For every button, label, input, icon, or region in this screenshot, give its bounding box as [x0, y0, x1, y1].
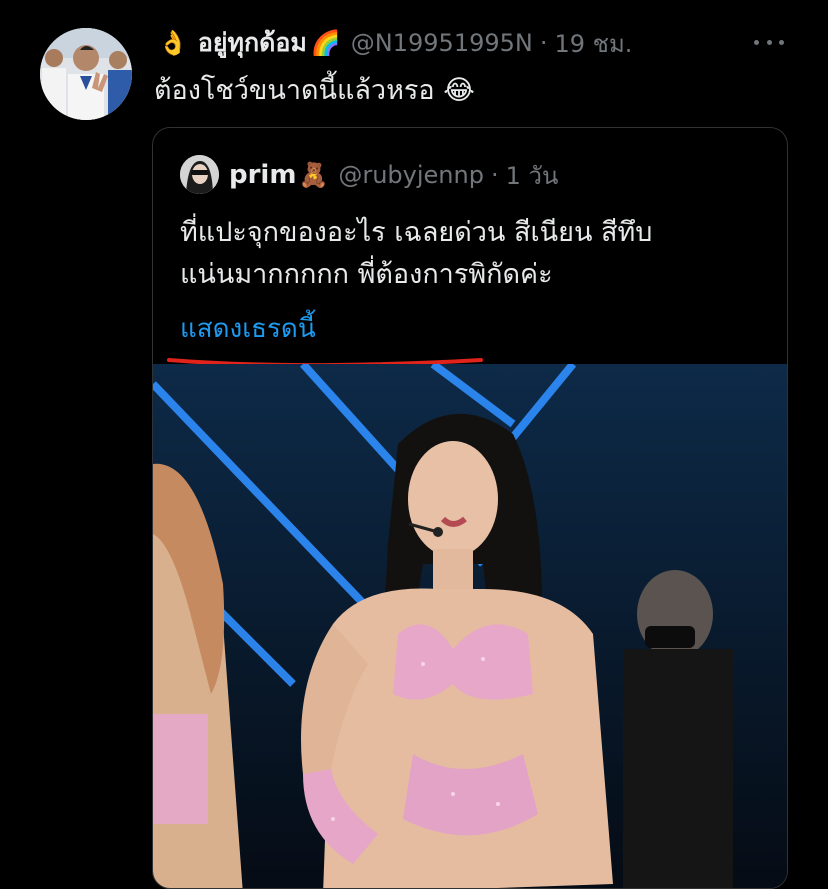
more-options-icon[interactable] — [754, 31, 784, 53]
quoted-tweet-text: ที่แปะจุกของอะไร เฉลยด่วน สีเนียน สีทึบ … — [180, 212, 780, 296]
separator-dot: · — [490, 161, 499, 189]
quoted-handle[interactable]: @rubyjennp — [338, 161, 484, 189]
author-avatar[interactable] — [40, 28, 132, 120]
author-display-name[interactable]: อยู่ทุกด้อม — [198, 23, 307, 63]
quoted-display-name[interactable]: prim — [229, 160, 296, 190]
quoted-tweet-header: prim 🧸 @rubyjennp · 1 วัน — [229, 158, 558, 192]
quoted-text-line-2: แน่นมากกกกก พี่ต้องการพิกัดค่ะ — [180, 259, 553, 290]
show-thread-link[interactable]: แสดงเธรดนี้ — [180, 308, 316, 349]
rainbow-icon: 🌈 — [310, 29, 341, 57]
quoted-timestamp[interactable]: 1 วัน — [506, 156, 559, 195]
ok-hand-icon: 👌 — [158, 29, 188, 57]
stage-photo — [153, 364, 787, 888]
quoted-author-avatar[interactable] — [180, 155, 219, 194]
tweet-text: ต้องโชว์ขนาดนี้แล้วหรอ 😂 — [154, 75, 475, 106]
author-avatar-image — [40, 28, 132, 120]
separator-dot: · — [539, 29, 548, 57]
quoted-avatar-image — [180, 155, 219, 194]
quoted-tweet-card[interactable]: prim 🧸 @rubyjennp · 1 วัน ที่แปะจุกของอะ… — [152, 127, 788, 889]
quoted-tweet-photo[interactable] — [153, 364, 787, 888]
author-handle[interactable]: @N19951995N — [351, 29, 533, 57]
tweet-timestamp[interactable]: 19 ชม. — [555, 24, 633, 63]
teddy-bear-icon: 🧸 — [298, 161, 329, 189]
quoted-text-line-1: ที่แปะจุกของอะไร เฉลยด่วน สีเนียน สีทึบ — [180, 217, 653, 248]
tweet-header: 👌 อยู่ทุกด้อม 🌈 @N19951995N · 19 ชม. — [158, 26, 632, 60]
